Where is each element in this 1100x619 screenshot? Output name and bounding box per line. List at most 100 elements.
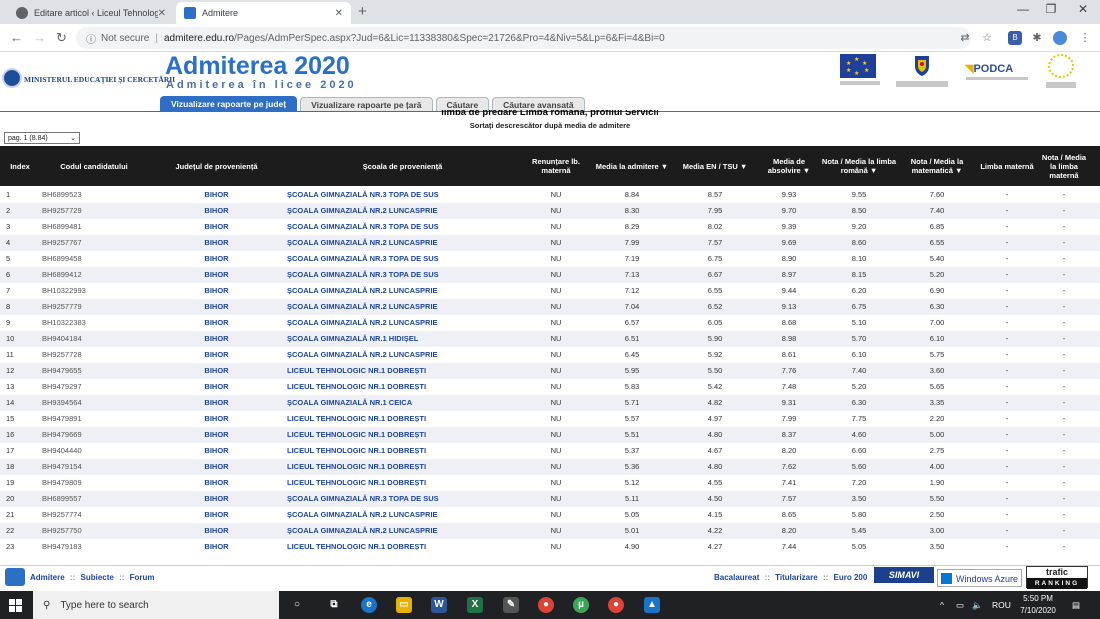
paint-icon[interactable]: ✎ (503, 597, 519, 613)
cell-county[interactable]: BIHOR (148, 507, 285, 523)
trafic-ranking-badge[interactable]: trafic RANKING (1026, 566, 1088, 589)
new-tab-button[interactable]: + (358, 3, 367, 20)
file-explorer-icon[interactable]: ▭ (396, 597, 412, 613)
app-title[interactable]: Admiterea 2020 (165, 52, 350, 81)
col-nota-romana[interactable]: Nota / Media la limba română ▼ (820, 146, 898, 186)
col-nota-matematica[interactable]: Nota / Media la matematică ▼ (898, 146, 976, 186)
close-window-icon[interactable]: ✕ (1068, 2, 1098, 16)
profile-avatar[interactable] (1053, 31, 1067, 45)
task-view-icon[interactable]: ⧉ (326, 597, 342, 613)
taskbar-search[interactable]: ⚲ Type here to search (33, 591, 279, 619)
excel-icon[interactable]: X (467, 597, 483, 613)
cell-school[interactable]: ȘCOALA GIMNAZIALĂ NR.2 LUNCASPRIE (287, 299, 520, 315)
cell-school[interactable]: ȘCOALA GIMNAZIALĂ NR.2 LUNCASPRIE (287, 347, 520, 363)
cell-county[interactable]: BIHOR (148, 395, 285, 411)
cell-county[interactable]: BIHOR (148, 219, 285, 235)
restore-icon[interactable]: ❐ (1036, 2, 1066, 16)
cell-county[interactable]: BIHOR (148, 283, 285, 299)
cell-school[interactable]: ȘCOALA GIMNAZIALĂ NR.3 TOPA DE SUS (287, 267, 520, 283)
edge-icon[interactable]: e (361, 597, 377, 613)
taskbar-clock[interactable]: 5:50 PM 7/10/2020 (1014, 593, 1062, 617)
cell-county[interactable]: BIHOR (148, 331, 285, 347)
cell-county[interactable]: BIHOR (148, 539, 285, 555)
utorrent-icon[interactable]: µ (573, 597, 589, 613)
network-icon[interactable]: ▭ (956, 600, 964, 611)
cell-county[interactable]: BIHOR (148, 187, 285, 203)
cell-county[interactable]: BIHOR (148, 267, 285, 283)
close-icon[interactable]: ✕ (158, 8, 166, 19)
cell-school[interactable]: ȘCOALA GIMNAZIALĂ NR.2 LUNCASPRIE (287, 203, 520, 219)
cell-county[interactable]: BIHOR (148, 379, 285, 395)
volume-icon[interactable]: 🔈 (972, 600, 983, 611)
cell-county[interactable]: BIHOR (148, 299, 285, 315)
back-icon[interactable]: ← (10, 30, 23, 45)
cell-county[interactable]: BIHOR (148, 443, 285, 459)
cell-school[interactable]: ȘCOALA GIMNAZIALĂ NR.1 CEICA (287, 395, 520, 411)
minimize-icon[interactable]: — (1008, 2, 1038, 16)
cell-school[interactable]: LICEUL TEHNOLOGIC NR.1 DOBREȘTI (287, 443, 520, 459)
windows-azure-badge[interactable]: Windows Azure (937, 569, 1022, 587)
cell-school[interactable]: LICEUL TEHNOLOGIC NR.1 DOBREȘTI (287, 411, 520, 427)
footer-link-admitere[interactable]: Admitere (30, 573, 65, 582)
cell-county[interactable]: BIHOR (148, 315, 285, 331)
cortana-icon[interactable]: ○ (289, 597, 305, 613)
simavi-logo[interactable]: SIMAVI (874, 567, 934, 583)
cell-county[interactable]: BIHOR (148, 411, 285, 427)
cell-county[interactable]: BIHOR (148, 523, 285, 539)
cell-county[interactable]: BIHOR (148, 203, 285, 219)
cell-school[interactable]: LICEUL TEHNOLOGIC NR.1 DOBREȘTI (287, 379, 520, 395)
footer-link-subiecte[interactable]: Subiecte (80, 573, 113, 582)
address-bar[interactable]: ⓘ Not secure | admitere.edu.ro /Pages/Ad… (76, 27, 971, 49)
forward-icon[interactable]: → (33, 30, 46, 45)
notifications-icon[interactable]: ▤ (1072, 600, 1080, 611)
info-icon[interactable]: ⓘ (86, 31, 96, 46)
cell-county[interactable]: BIHOR (148, 491, 285, 507)
footer-link-euro200[interactable]: Euro 200 (834, 573, 868, 582)
close-icon[interactable]: ✕ (335, 8, 343, 19)
cell-county[interactable]: BIHOR (148, 347, 285, 363)
cell-school[interactable]: ȘCOALA GIMNAZIALĂ NR.2 LUNCASPRIE (287, 507, 520, 523)
col-media-admitere[interactable]: Media la admitere ▼ (592, 146, 672, 186)
cell-county[interactable]: BIHOR (148, 235, 285, 251)
cell-school[interactable]: ȘCOALA GIMNAZIALĂ NR.3 TOPA DE SUS (287, 187, 520, 203)
word-icon[interactable]: W (431, 597, 447, 613)
cell-school[interactable]: ȘCOALA GIMNAZIALĂ NR.2 LUNCASPRIE (287, 235, 520, 251)
col-media-en[interactable]: Media EN / TSU ▼ (672, 146, 758, 186)
browser-tab-admitere[interactable]: Admitere ✕ (176, 2, 351, 24)
language-indicator[interactable]: ROU (992, 600, 1011, 610)
footer-link-forum[interactable]: Forum (130, 573, 155, 582)
chrome-active-icon[interactable]: ● (608, 597, 624, 613)
cell-school[interactable]: ȘCOALA GIMNAZIALĂ NR.3 TOPA DE SUS (287, 251, 520, 267)
cell-school[interactable]: LICEUL TEHNOLOGIC NR.1 DOBREȘTI (287, 427, 520, 443)
menu-kebab-icon[interactable]: ⋮ (1078, 31, 1092, 45)
extension-b-icon[interactable]: B (1008, 31, 1022, 45)
cell-school[interactable]: LICEUL TEHNOLOGIC NR.1 DOBREȘTI (287, 363, 520, 379)
cell-county[interactable]: BIHOR (148, 475, 285, 491)
cell-county[interactable]: BIHOR (148, 251, 285, 267)
cell-school[interactable]: LICEUL TEHNOLOGIC NR.1 DOBREȘTI (287, 459, 520, 475)
col-media-absolvire[interactable]: Media de absolvire ▼ (758, 146, 820, 186)
extensions-puzzle-icon[interactable]: ✱ (1030, 31, 1044, 45)
cell-school[interactable]: ȘCOALA GIMNAZIALĂ NR.1 HIDIȘEL (287, 331, 520, 347)
bookmark-star-icon[interactable]: ☆ (980, 31, 994, 45)
cell-county[interactable]: BIHOR (148, 363, 285, 379)
cell-school[interactable]: ȘCOALA GIMNAZIALĂ NR.3 TOPA DE SUS (287, 491, 520, 507)
tray-chevron-icon[interactable]: ^ (940, 600, 944, 610)
cell-school[interactable]: ȘCOALA GIMNAZIALĂ NR.2 LUNCASPRIE (287, 315, 520, 331)
cell-school[interactable]: LICEUL TEHNOLOGIC NR.1 DOBREȘTI (287, 539, 520, 555)
translate-icon[interactable]: ⇄ (958, 31, 972, 45)
browser-tab-editare[interactable]: Editare articol ‹ Liceul Tehnologic ✕ (8, 2, 174, 24)
chrome-icon[interactable]: ● (538, 597, 554, 613)
cell-school[interactable]: ȘCOALA GIMNAZIALĂ NR.2 LUNCASPRIE (287, 523, 520, 539)
footer-link-titularizare[interactable]: Titularizare (775, 573, 818, 582)
cell-county[interactable]: BIHOR (148, 459, 285, 475)
page-select[interactable]: pag. 1 (8.84) ⌄ (4, 132, 80, 144)
windows-start-icon[interactable] (9, 599, 22, 612)
cell-school[interactable]: LICEUL TEHNOLOGIC NR.1 DOBREȘTI (287, 475, 520, 491)
reload-icon[interactable]: ↻ (56, 30, 67, 46)
footer-link-bacalaureat[interactable]: Bacalaureat (714, 573, 759, 582)
cell-school[interactable]: ȘCOALA GIMNAZIALĂ NR.2 LUNCASPRIE (287, 283, 520, 299)
cell-county[interactable]: BIHOR (148, 427, 285, 443)
cell-school[interactable]: ȘCOALA GIMNAZIALĂ NR.3 TOPA DE SUS (287, 219, 520, 235)
photos-icon[interactable]: ▲ (644, 597, 660, 613)
